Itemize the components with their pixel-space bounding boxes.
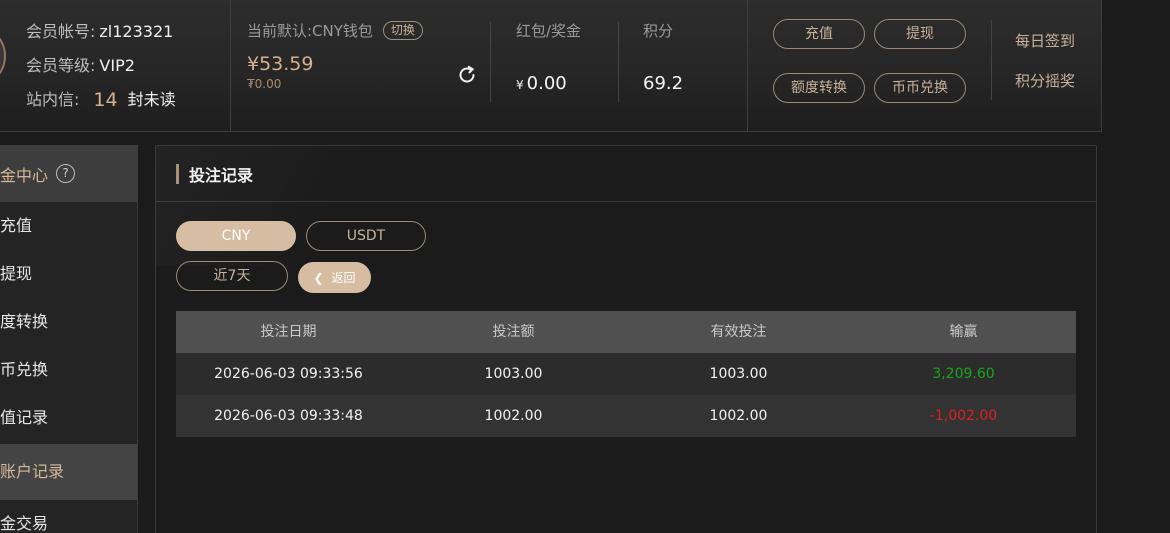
table-row: 2026-06-03 09:33:48 1002.00 1002.00 -1,0…	[176, 395, 1076, 437]
cell-amount: 1003.00	[484, 366, 543, 382]
col-header-valid: 有效投注	[710, 324, 767, 340]
points-stat: 积分 69.2	[643, 20, 683, 94]
inbox-suffix[interactable]: 封未读	[128, 88, 176, 112]
points-label: 积分	[643, 22, 674, 40]
table-header: 投注日期 投注额 有效投注 输赢	[176, 311, 1076, 353]
inbox-row[interactable]: 站内信: 14 封未读	[26, 83, 176, 117]
sidebar-item-exchange[interactable]: 币兑换	[0, 346, 137, 394]
bet-records-panel: 投注记录 CNY USDT 近7天 ❮ 返回 投注日期 投注额 有效投注 输赢 …	[155, 145, 1097, 533]
wallet-label: 当前默认:CNY钱包	[247, 22, 373, 40]
daily-signin-link[interactable]: 每日签到	[1015, 30, 1075, 51]
sidebar-head[interactable]: 金中心 ?	[0, 145, 137, 202]
divider	[230, 0, 231, 131]
wallet-label-row: 当前默认:CNY钱包 切换	[247, 20, 423, 41]
exchange-button[interactable]: 币币兑换	[874, 73, 966, 103]
inbox-count[interactable]: 14	[93, 88, 117, 112]
back-label: 返回	[331, 271, 356, 285]
sidebar-item-deposit[interactable]: 充值	[0, 202, 137, 250]
page-title: 投注记录	[189, 165, 254, 185]
cell-result: 3,209.60	[932, 366, 995, 382]
bonus-value: 0.00	[526, 73, 567, 94]
bonus-stat: 红包/奖金 ¥0.00	[516, 20, 581, 94]
back-button[interactable]: ❮ 返回	[298, 262, 371, 293]
divider	[747, 0, 748, 131]
col-header-date: 投注日期	[260, 324, 317, 340]
switch-wallet-button[interactable]: 切换	[382, 21, 423, 40]
sidebar-item-transfer[interactable]: 度转换	[0, 298, 137, 346]
help-icon[interactable]: ?	[56, 164, 76, 183]
level-label: 会员等级:	[26, 56, 96, 75]
level-row: 会员等级: VIP2	[26, 49, 176, 83]
divider	[618, 22, 619, 102]
cell-amount: 1002.00	[484, 408, 543, 424]
account-label: 会员帐号:	[26, 22, 96, 41]
inbox-label: 站内信:	[26, 90, 80, 109]
sidebar-item-account-records[interactable]: 账户记录	[0, 444, 137, 500]
cell-valid: 1003.00	[709, 366, 768, 382]
account-value: zl123321	[99, 22, 174, 41]
cell-result: -1,002.00	[929, 408, 998, 424]
wallet-usdt-balance: ₮0.00	[247, 77, 282, 91]
date-range-select[interactable]: 近7天	[176, 261, 288, 291]
sidebar-head-label: 金中心	[0, 165, 49, 185]
chevron-left-icon: ❮	[313, 270, 324, 285]
points-value: 69.2	[643, 73, 684, 94]
sidebar-item-deposit-records[interactable]: 值记录	[0, 394, 137, 442]
deposit-button[interactable]: 充值	[773, 19, 865, 49]
wallet-block: 当前默认:CNY钱包 切换 ¥53.59 ₮0.00	[247, 20, 423, 91]
cell-date: 2026-06-03 09:33:56	[214, 366, 363, 382]
table-row: 2026-06-03 09:33:56 1003.00 1003.00 3,20…	[176, 353, 1076, 395]
bonus-label: 红包/奖金	[516, 22, 582, 40]
sidebar-item-fund-trading[interactable]: 金交易	[0, 500, 137, 533]
cell-date: 2026-06-03 09:33:48	[214, 408, 363, 424]
level-value: VIP2	[99, 56, 135, 75]
sidebar: 金中心 ? 充值 提现 度转换 币兑换 值记录 账户记录 金交易	[0, 145, 138, 533]
col-header-amount: 投注额	[492, 324, 535, 340]
bonus-currency: ¥	[516, 78, 524, 92]
account-info: 会员帐号: zl123321 会员等级: VIP2 站内信: 14 封未读	[26, 15, 176, 117]
avatar[interactable]	[0, 24, 6, 88]
account-row: 会员帐号: zl123321	[26, 15, 176, 49]
withdraw-button[interactable]: 提现	[874, 19, 966, 49]
col-header-result: 输赢	[949, 324, 978, 340]
divider	[991, 20, 992, 100]
title-accent-bar	[176, 163, 179, 184]
sidebar-item-withdraw[interactable]: 提现	[0, 250, 137, 298]
tab-cny[interactable]: CNY	[176, 221, 296, 251]
tab-usdt[interactable]: USDT	[306, 221, 426, 251]
points-lottery-link[interactable]: 积分摇奖	[1015, 70, 1075, 91]
transfer-button[interactable]: 额度转换	[773, 73, 865, 103]
wallet-balance: ¥53.59	[247, 53, 314, 75]
divider	[490, 22, 491, 102]
cell-valid: 1002.00	[709, 408, 768, 424]
bonus-value-row: ¥0.00	[516, 73, 581, 94]
panel-title-bar: 投注记录	[156, 146, 1096, 202]
refresh-icon[interactable]	[456, 64, 478, 86]
account-header: 会员帐号: zl123321 会员等级: VIP2 站内信: 14 封未读 当前…	[0, 0, 1102, 132]
bet-records-table: 投注日期 投注额 有效投注 输赢 2026-06-03 09:33:56 100…	[176, 311, 1076, 437]
